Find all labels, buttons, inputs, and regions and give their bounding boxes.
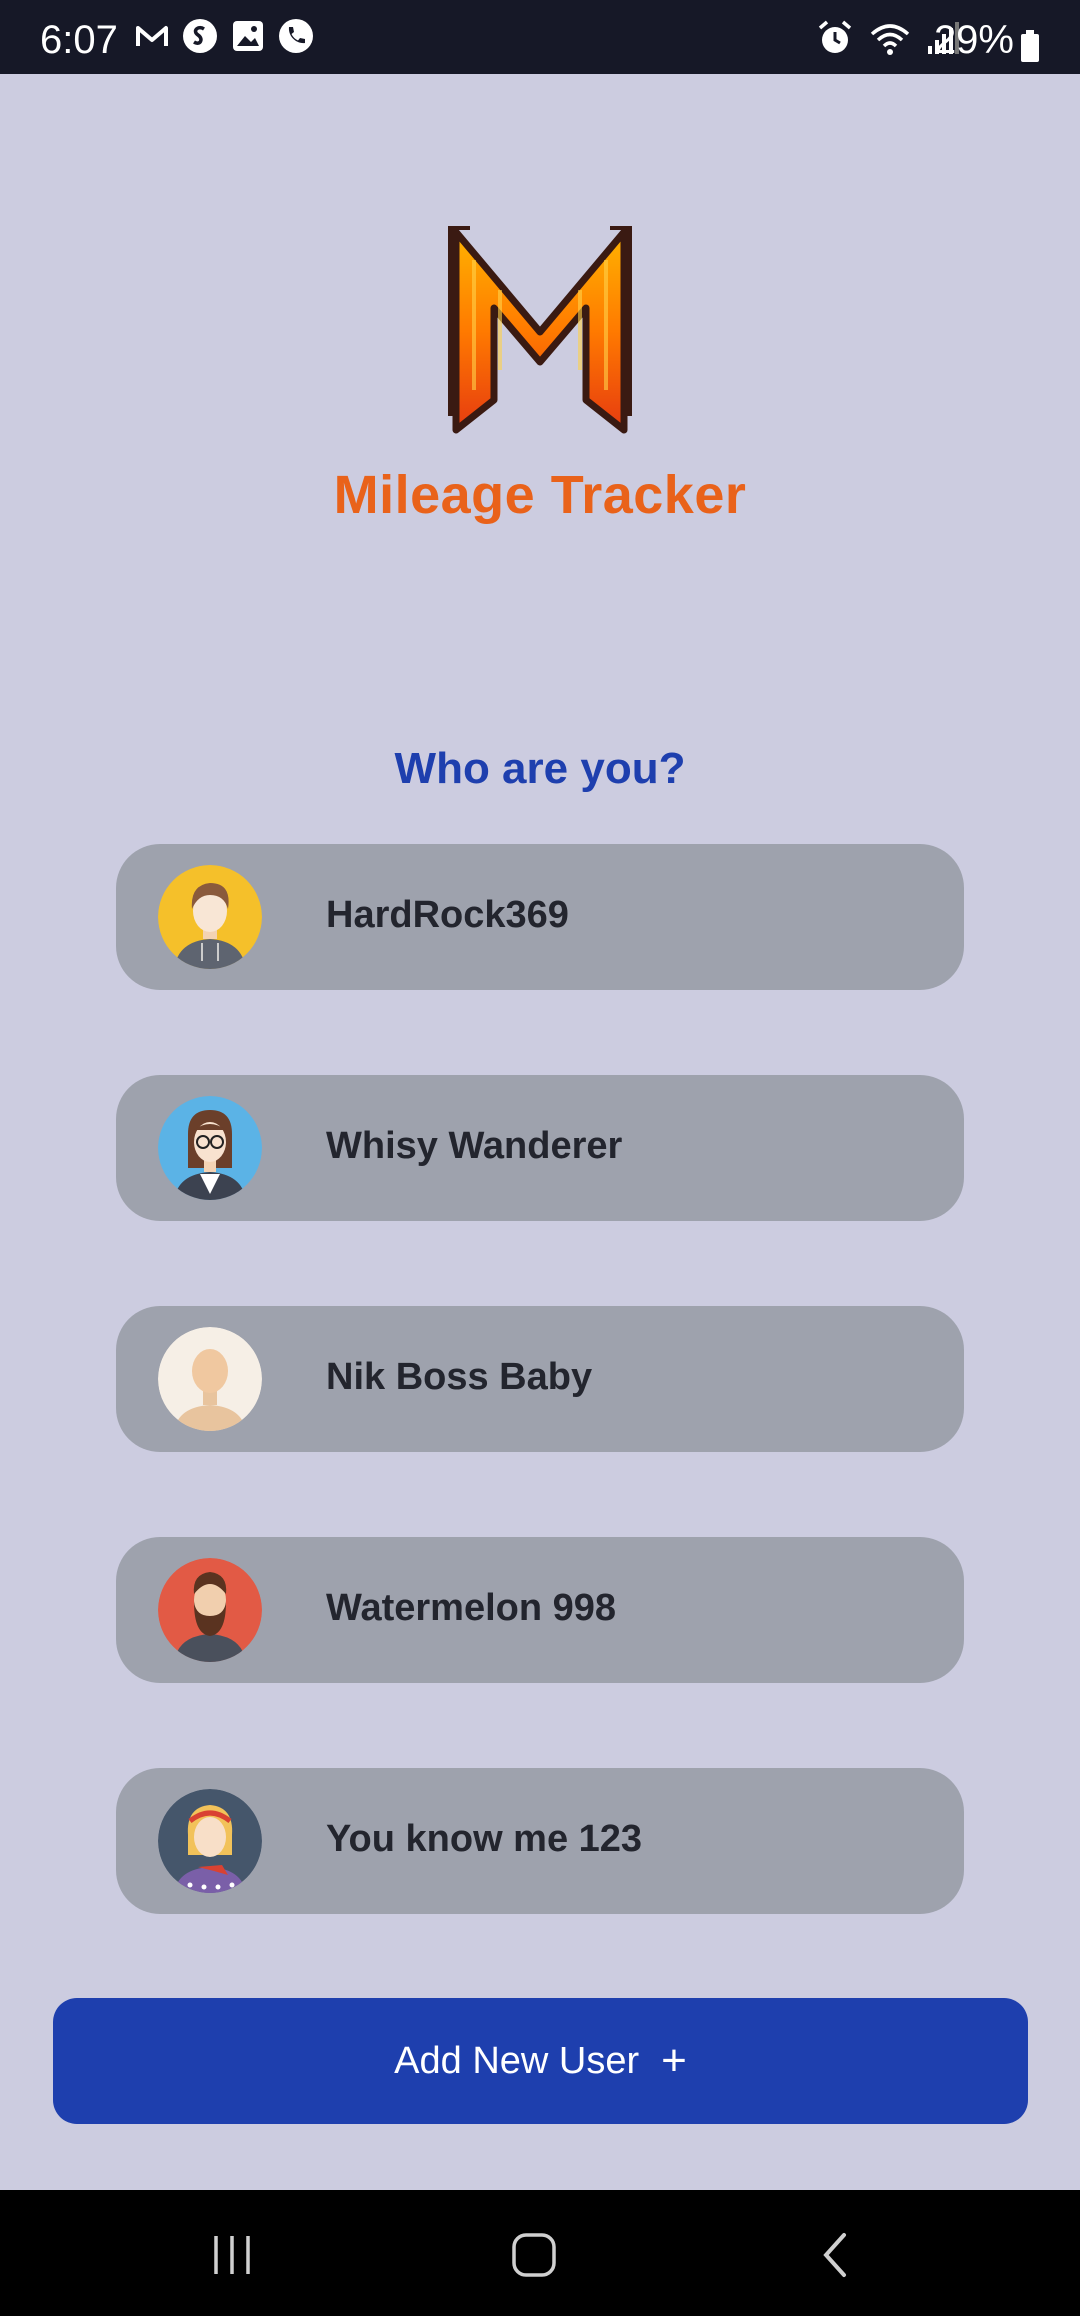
battery-percent: 29% — [933, 18, 1014, 62]
wifi-icon — [870, 24, 910, 55]
recent-apps-icon[interactable] — [202, 2230, 262, 2280]
back-icon[interactable] — [806, 2230, 866, 2280]
user-card[interactable]: Nik Boss Baby — [116, 1306, 964, 1452]
shazam-icon — [183, 19, 217, 53]
user-name: You know me 123 — [326, 1818, 643, 1860]
avatar-blank-icon — [158, 1327, 262, 1431]
home-icon[interactable] — [504, 2230, 564, 2280]
phone-icon — [279, 19, 313, 53]
app-title: Mileage Tracker — [333, 465, 747, 525]
gallery-icon — [233, 21, 263, 51]
user-name: HardRock369 — [326, 894, 569, 936]
user-name: Nik Boss Baby — [326, 1356, 593, 1398]
avatar-bearded-man-icon — [158, 1558, 262, 1662]
battery-icon — [1021, 30, 1039, 62]
avatar-woman-glasses-icon — [158, 1096, 262, 1200]
navigation-bar — [0, 2190, 1080, 2316]
user-card[interactable]: HardRock369 — [116, 844, 964, 990]
user-card[interactable]: You know me 123 — [116, 1768, 964, 1914]
status-bar: 6:07 29% — [0, 0, 1080, 74]
avatar-man-yellow-icon — [158, 865, 262, 969]
plus-icon: + — [661, 2036, 687, 2085]
add-new-user-button[interactable]: Add New User + — [53, 1998, 1028, 2124]
user-card[interactable]: Watermelon 998 — [116, 1537, 964, 1683]
user-select-prompt: Who are you? — [394, 744, 686, 793]
notification-icons — [132, 16, 316, 56]
add-new-user-label: Add New User — [394, 2039, 640, 2082]
alarm-icon — [818, 20, 852, 53]
status-time: 6:07 — [40, 18, 118, 62]
user-name: Whisy Wanderer — [326, 1125, 623, 1167]
user-card[interactable]: Whisy Wanderer — [116, 1075, 964, 1221]
gmail-icon — [136, 26, 168, 46]
app-logo — [448, 226, 632, 434]
avatar-woman-headband-icon — [158, 1789, 262, 1893]
user-name: Watermelon 998 — [326, 1587, 617, 1629]
